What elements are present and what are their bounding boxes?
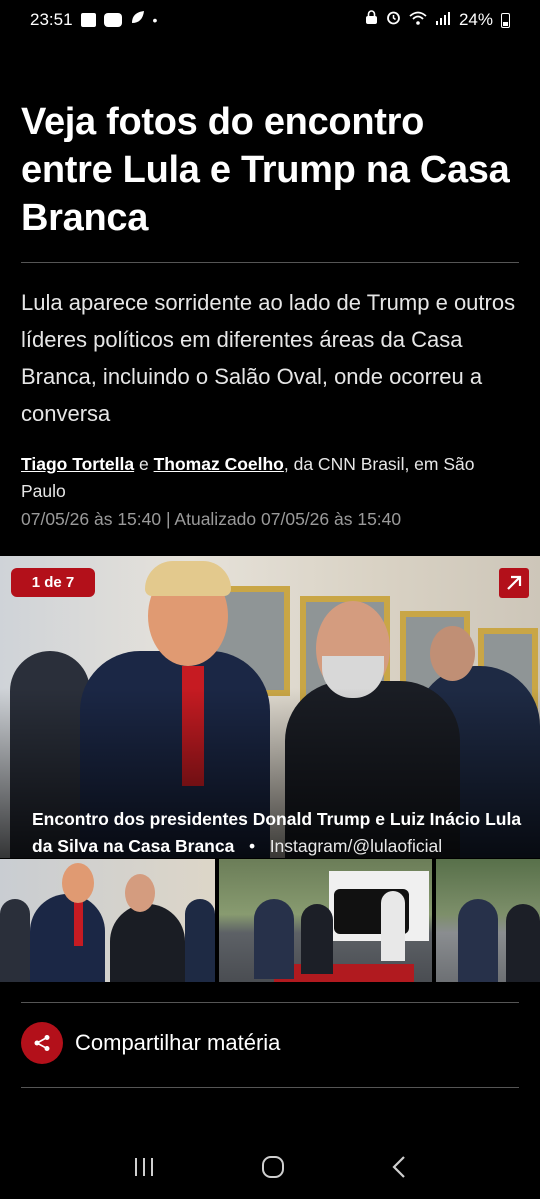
status-bar: 23:51 • 24% — [0, 0, 540, 40]
article-headline: Veja fotos do encontro entre Lula e Trum… — [21, 101, 510, 239]
article-subtitle: Lula aparece sorridente ao lado de Trump… — [21, 290, 516, 426]
alarm-icon — [386, 10, 401, 30]
home-icon[interactable] — [261, 1155, 285, 1184]
byline-conjunction: e — [134, 454, 154, 474]
author-link-2[interactable]: Thomaz Coelho — [154, 454, 284, 474]
share-article[interactable]: Compartilhar matéria — [21, 1022, 280, 1064]
article-dates: 07/05/26 às 15:40 | Atualizado 07/05/26 … — [21, 509, 402, 529]
notification-dot: • — [152, 12, 158, 28]
status-time: 23:51 — [30, 10, 73, 29]
gallery-caption: Encontro dos presidentes Donald Trump e … — [32, 806, 522, 860]
gallery-thumbnail-1[interactable] — [0, 859, 215, 982]
gallery-thumbnails — [0, 859, 540, 982]
back-icon[interactable] — [391, 1155, 407, 1184]
headline-divider — [21, 262, 519, 263]
gallery-thumbnail-3[interactable] — [436, 859, 540, 982]
lock-icon — [365, 10, 378, 30]
gallery-counter-badge: 1 de 7 — [11, 568, 95, 597]
photo-head — [430, 626, 475, 681]
expand-icon[interactable] — [499, 568, 529, 598]
author-link-1[interactable]: Tiago Tortella — [21, 454, 134, 474]
status-right: 24% — [365, 10, 510, 30]
share-icon[interactable] — [21, 1022, 63, 1064]
battery-icon — [501, 12, 510, 28]
youtube-icon — [103, 13, 122, 27]
leaf-icon — [130, 10, 145, 30]
article-byline: Tiago Tortella e Thomaz Coelho, da CNN B… — [21, 451, 521, 505]
battery-percent: 24% — [458, 10, 493, 29]
gallery-thumbnail-2[interactable] — [219, 859, 432, 982]
share-divider-bottom — [21, 1087, 519, 1088]
caption-separator: • — [248, 836, 256, 856]
photo-hair — [145, 561, 231, 596]
wifi-icon — [409, 10, 427, 30]
recent-apps-icon[interactable] — [133, 1157, 155, 1182]
status-left: 23:51 • — [30, 10, 157, 30]
system-navbar — [0, 1140, 540, 1199]
signal-icon — [435, 10, 451, 30]
share-divider-top — [21, 1002, 519, 1003]
caption-credit: Instagram/@lulaoficial — [269, 836, 443, 856]
gallery-icon — [80, 13, 96, 27]
share-label[interactable]: Compartilhar matéria — [75, 1030, 280, 1056]
